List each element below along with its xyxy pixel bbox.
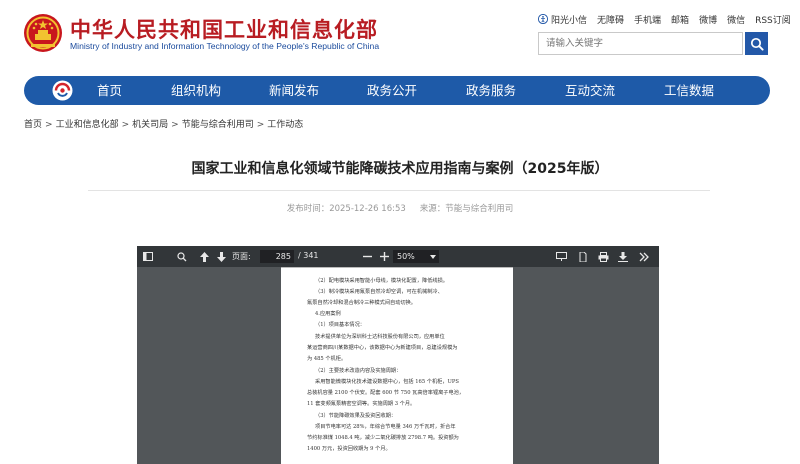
breadcrumb-separator: > <box>45 120 53 130</box>
zoom-select[interactable]: 50% <box>393 250 439 263</box>
article-source: 来源：节能与综合利用司 <box>419 204 514 214</box>
nav-item-organization[interactable]: 组织机构 <box>171 76 221 105</box>
top-link-email[interactable]: 邮箱 <box>671 13 689 26</box>
pdf-text-line: （2）主要技术改造内容及实施周期： <box>315 368 402 374</box>
breadcrumb-departments[interactable]: 机关司局 <box>132 120 168 130</box>
national-emblem-icon[interactable] <box>23 12 63 54</box>
pdf-text-line: 1400 万元，投资回收期为 9 个月。 <box>307 446 391 452</box>
printer-icon <box>598 251 608 262</box>
top-link-weibo[interactable]: 微博 <box>699 13 717 26</box>
pdf-text-line: 为 485 个机柜。 <box>307 356 347 362</box>
breadcrumb-energy-dept[interactable]: 节能与综合利用司 <box>182 120 254 130</box>
nav-item-data[interactable]: 工信数据 <box>664 76 714 105</box>
breadcrumb-ministry[interactable]: 工业和信息化部 <box>56 120 119 130</box>
top-link-accessibility[interactable]: 无障碍 <box>597 13 624 26</box>
presentation-icon <box>555 252 567 261</box>
pdf-text-line: 总装机容量 2100 个伏安。配套 600 节 750 瓦高倍率锂离子电池， <box>307 390 465 396</box>
plus-icon <box>379 252 389 261</box>
miit-logo-icon[interactable] <box>52 80 73 101</box>
article-meta: 发布时间：2025-12-26 16:53 来源：节能与综合利用司 <box>0 202 800 214</box>
pdf-text-line: 4.应用案例 <box>315 311 341 317</box>
find-button[interactable] <box>174 246 190 267</box>
page-total: / 341 <box>298 251 319 260</box>
pdf-text-line: 节约标准煤 1048.4 吨，减少二氧化碳排放 2798.7 吨。投资额为 <box>307 435 459 441</box>
nav-item-gov-services[interactable]: 政务服务 <box>466 76 516 105</box>
nav-item-interaction[interactable]: 互动交流 <box>565 76 615 105</box>
minus-icon <box>362 255 372 258</box>
article-title: 国家工业和信息化领域节能降碳技术应用指南与案例（2025年版） <box>191 161 609 177</box>
breadcrumb-separator: > <box>121 120 130 130</box>
top-links: 阳光小信 无障碍 手机端 邮箱 微博 微信 RSS订阅 <box>538 12 791 26</box>
site-header: 中华人民共和国工业和信息化部 Ministry of Industry and … <box>0 0 800 70</box>
pdf-text-line: 某运营商四川某数据中心，该数据中心为新建项目，总建设规模为 <box>307 345 458 351</box>
zoom-out-button[interactable] <box>359 246 375 267</box>
pdf-toolbar: 页面: / 341 50% <box>137 246 659 267</box>
double-chevron-right-icon <box>639 252 649 261</box>
pdf-text-line: 氟泵自然冷却和混合制冷三种模式间自动切换。 <box>307 300 416 306</box>
pdf-text-line: （2）配电模块采用智能小母线，模块化配置，降低线损。 <box>315 278 448 284</box>
publish-time: 发布时间：2025-12-26 16:53 <box>286 204 406 214</box>
presentation-mode-button[interactable] <box>553 246 569 267</box>
zoom-in-button[interactable] <box>376 246 392 267</box>
accessibility-person-icon <box>538 14 548 24</box>
breadcrumb: 首页 > 工业和信息化部 > 机关司局 > 节能与综合利用司 > 工作动态 <box>24 117 303 130</box>
breadcrumb-separator: > <box>256 120 265 130</box>
title-divider <box>88 190 710 191</box>
pdf-text-line: （1）项目基本情况： <box>315 322 365 328</box>
sidebar-toggle-button[interactable] <box>140 246 156 267</box>
previous-page-button[interactable] <box>196 246 212 267</box>
arrow-up-icon <box>199 251 209 262</box>
nav-item-news[interactable]: 新闻发布 <box>269 76 319 105</box>
breadcrumb-separator: > <box>171 120 179 130</box>
open-file-icon <box>579 251 587 262</box>
zoom-value: 50% <box>397 252 415 261</box>
top-link-rss[interactable]: RSS订阅 <box>755 13 791 26</box>
search-input[interactable] <box>538 32 743 55</box>
pdf-text-line: （3）节能降碳效果及投资回收期： <box>315 413 397 419</box>
pdf-page: （2）配电模块采用智能小母线，模块化配置，降低线损。 （3）制冷模块采用氟泵自然… <box>281 267 513 464</box>
pdf-text-line: 技术提供单位为深圳科士达科技股份有限公司，应用单位 <box>315 334 445 340</box>
page-number-input[interactable] <box>260 250 294 263</box>
pdf-text-line: 项目节电率可达 28%，年综合节电量 346 万千瓦时，折合年 <box>315 424 456 430</box>
breadcrumb-home[interactable]: 首页 <box>24 120 42 130</box>
search-icon <box>750 37 764 51</box>
pdf-text-line: 11 套变频氟泵精密空调等。实施周期 3 个月。 <box>307 401 416 407</box>
download-icon <box>618 251 628 262</box>
nav-item-home[interactable]: 首页 <box>97 76 122 105</box>
next-page-button[interactable] <box>213 246 229 267</box>
sidebar-toggle-icon <box>143 252 153 261</box>
page-label: 页面: <box>232 252 251 261</box>
arrow-down-icon <box>216 251 226 262</box>
download-button[interactable] <box>615 246 631 267</box>
print-button[interactable] <box>595 246 611 267</box>
search-icon <box>177 251 187 261</box>
top-link-sunshine[interactable]: 阳光小信 <box>538 13 587 26</box>
open-file-button[interactable] <box>575 246 591 267</box>
pdf-text-line: 采用智能微模块化技术建设数据中心，包括 165 个机柜，UPS <box>315 379 459 385</box>
chevron-down-icon <box>430 254 436 259</box>
breadcrumb-work-news[interactable]: 工作动态 <box>267 120 303 130</box>
main-nav: 首页 组织机构 新闻发布 政务公开 政务服务 互动交流 工信数据 <box>24 76 770 105</box>
top-link-label: 阳光小信 <box>551 15 588 26</box>
top-link-mobile[interactable]: 手机端 <box>634 13 661 26</box>
nav-item-gov-affairs[interactable]: 政务公开 <box>367 76 417 105</box>
site-title[interactable]: 中华人民共和国工业和信息化部 <box>70 14 378 44</box>
top-link-wechat[interactable]: 微信 <box>727 13 745 26</box>
site-title-english[interactable]: Ministry of Industry and Information Tec… <box>70 41 379 51</box>
more-tools-button[interactable] <box>636 246 652 267</box>
search-button[interactable] <box>745 32 768 55</box>
pdf-text-line: （3）制冷模块采用氟泵自然冷却空调，可在机械制冷、 <box>315 289 443 295</box>
